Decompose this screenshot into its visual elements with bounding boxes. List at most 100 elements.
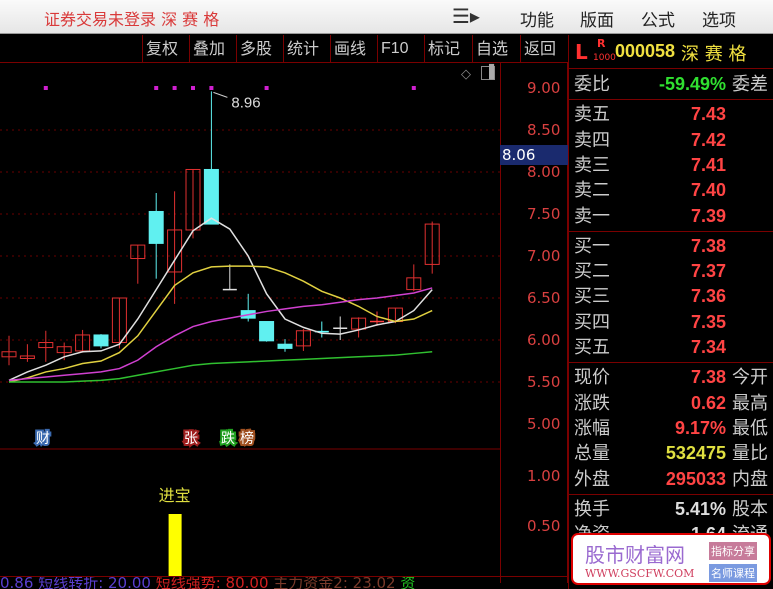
buy-row: 买五 7.34 [574,335,773,360]
divider [569,493,773,495]
row-label: 涨跌 [574,392,610,414]
divider [569,99,773,101]
volume-axis-label: 1.00 [527,467,561,485]
menu-options[interactable]: 选项 [702,6,736,31]
stat-row: 外盘 295033 内盘 [574,467,773,492]
diamond-icon[interactable]: ◇ [461,67,471,82]
kline-chart[interactable]: 8.96 财 张 跌榜进宝 [0,63,500,576]
volume-label: 进宝 [159,486,191,505]
brand-url: WWW.GSCFW.COM [585,567,695,580]
row-value: 7.43 [690,104,726,125]
candle-body [277,343,293,349]
price-axis-label: 5.50 [527,373,561,391]
tb-overlay[interactable]: 叠加 [189,35,228,62]
row-right-label: 量比 [732,443,768,465]
candle-body [93,334,109,347]
row-right-label: 今开 [732,367,768,389]
signal-dot [154,86,159,90]
row-right-label: 最高 [732,392,768,414]
tb-draw[interactable]: 画线 [330,35,369,62]
row-label: 委比 [574,74,610,95]
teacher-course-button[interactable]: 名师课程 [709,564,757,582]
row-right-label: 内盘 [732,468,768,490]
stat-row: 涨幅 9.17% 最低 [574,416,773,441]
row-value: 7.41 [690,154,726,175]
candle-body [148,210,164,244]
event-marker: 榜 [240,430,254,447]
menu-list-icon[interactable]: ☰▸ [452,4,480,28]
high-pointer [213,91,228,98]
sell-row: 卖二 7.40 [574,178,773,203]
badge-num: 1000 [593,53,616,63]
menu-formula[interactable]: 公式 [641,6,675,31]
row-value: 0.62 [690,392,726,413]
menu-layout[interactable]: 版面 [580,6,614,31]
candle-body [203,168,219,225]
signal-dot [264,86,269,90]
volume-axis-label: 0.50 [527,517,561,535]
row-value: 9.17% [674,417,726,438]
indicator-readout: 0.86 短线转折: 20.00 短线强势: 80.00 主力资金2: 23.0… [0,576,568,589]
row-value: 5.41% [674,498,726,519]
price-axis-label: 6.50 [527,289,561,307]
stat-row: 涨跌 0.62 最高 [574,391,773,416]
price-axis-label: 7.50 [527,205,561,223]
app-title: 证券交易未登录 深 赛 格 [44,10,220,29]
readout-fund: 资 [400,576,416,589]
row-value: 7.40 [690,180,726,201]
price-axis-label: 6.00 [527,331,561,349]
indicator-share-button[interactable]: 指标分享 [709,542,757,560]
tb-mark[interactable]: 标记 [424,35,463,62]
row-value: 7.38 [690,367,726,388]
row-right-label: 最低 [732,417,768,439]
tb-restore-rights[interactable]: 复权 [142,35,181,62]
row-value: 532475 [665,443,726,464]
row-label: 买二 [574,261,610,283]
row-right-label: 委差 [732,74,768,95]
row-label: 卖四 [574,129,610,151]
row-label: 现价 [574,367,610,389]
sell-row: 卖三 7.41 [574,153,773,178]
row-label: 外盘 [574,468,610,490]
chart-toolbar: 复权 叠加 多股 统计 画线 F10 标记 自选 返回 [0,35,568,63]
row-label: 卖二 [574,180,610,202]
price-axis-label: 7.00 [527,247,561,265]
signal-dot [172,86,177,90]
row-value: 7.39 [690,205,726,226]
row-label: 卖五 [574,104,610,126]
quote-panel: 委比 -59.49% 委差 卖五 7.43 卖四 7.42 卖三 7.41 卖二 7.40 卖一 7.3… [568,69,773,589]
row-label: 买四 [574,311,610,333]
current-price-tag: 8.06 [500,145,568,165]
row-value: 7.38 [690,235,726,256]
tb-watchlist[interactable]: 自选 [472,35,511,62]
row-label: 卖三 [574,154,610,176]
row-label: 涨幅 [574,417,610,439]
row-value: -59.49% [658,74,726,94]
stat-row: 现价 7.38 今开 [574,365,773,390]
event-marker: 跌 [221,431,235,447]
tb-multi-stock[interactable]: 多股 [236,35,275,62]
tb-f10[interactable]: F10 [377,35,412,62]
readout-value: 0.86 [0,576,34,589]
tb-stats[interactable]: 统计 [283,35,322,62]
row-value: 7.37 [690,261,726,282]
row-label: 总量 [574,443,610,465]
row-value: 7.35 [690,311,726,332]
signal-dot [43,86,48,90]
brand-name: 股市财富网 [585,543,685,567]
menu-function[interactable]: 功能 [520,6,554,31]
stock-header: L R 1000 000058 深 赛 格 [568,35,773,69]
tb-back[interactable]: 返回 [520,35,559,62]
panel-toggle-icon[interactable]: ▐ [481,66,495,80]
extra-row: 换手 5.41% 股本 [574,497,773,522]
row-value: 7.34 [690,337,726,357]
readout-main-fund: 主力资金2: 23.02 [273,576,396,589]
stock-name: 深 赛 格 [681,44,747,65]
row-value: 7.36 [690,286,726,307]
event-marker: 张 [184,431,198,447]
readout-short-turn: 短线转折: 20.00 [38,576,151,589]
divider [569,230,773,232]
sell-row: 卖五 7.43 [574,102,773,127]
price-axis: ◇ ▐ [461,63,568,583]
candle-body [259,321,275,342]
